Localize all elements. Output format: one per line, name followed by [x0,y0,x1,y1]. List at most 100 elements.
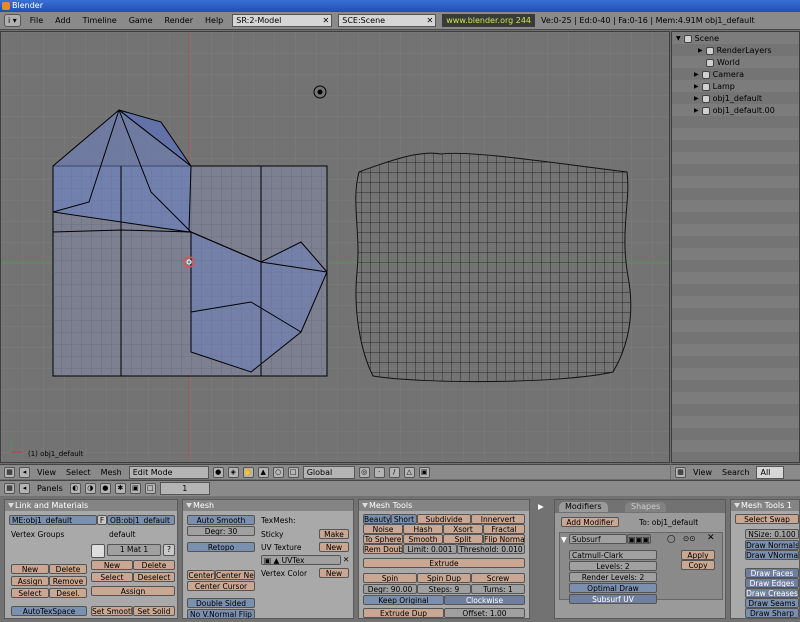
auto-smooth-degr-field[interactable]: Degr: 30 [187,526,255,536]
rem-doubles-button[interactable]: Rem Doubl [363,544,403,554]
material-deselect-button[interactable]: Deselect [133,572,175,582]
mesh-panel-title[interactable]: Mesh [183,500,353,511]
rotate-icon[interactable]: ○ [272,466,284,478]
limit-field[interactable]: Limit: 0.001 [403,544,457,554]
vertex-color-new-button[interactable]: New [319,568,349,578]
uv-texture-new-button[interactable]: New [319,542,349,552]
steps-field[interactable]: Steps: 9 [417,584,471,594]
modifier-cage-icon[interactable]: ◯ [667,534,675,543]
vgroup-deselect-button[interactable]: Desel. [49,588,87,598]
set-smooth-button[interactable]: Set Smooth [91,606,133,616]
spin-button[interactable]: Spin [363,573,417,583]
translate-icon[interactable]: ▲ [257,466,269,478]
scale-icon[interactable]: □ [287,466,299,478]
header-collapse-icon[interactable]: ◂ [19,466,30,478]
hash-button[interactable]: Hash [403,524,443,534]
mesh-tools-1-title[interactable]: Mesh Tools 1 [731,500,799,511]
render-levels-field[interactable]: Render Levels: 2 [569,572,657,582]
menu-add[interactable]: Add [52,16,74,25]
menu-file[interactable]: File [27,16,46,25]
shading-context-icon[interactable]: ● [99,483,111,494]
tab-shapes[interactable]: Shapes [625,502,667,512]
offset-field[interactable]: Offset: 1.00 [444,608,525,618]
outliner-item-obj1-default-00[interactable]: ▶ obj1_default.00 [694,106,775,115]
tab-modifiers[interactable]: Modifiers [559,502,608,512]
uvtex-delete-icon[interactable]: ✕ [343,555,349,564]
material-delete-button[interactable]: Delete [133,560,175,570]
scene-context-icon[interactable]: □ [144,483,156,494]
object-context-icon[interactable]: ✱ [114,483,126,494]
edge-select-icon[interactable]: / [388,466,400,478]
vertex-select-icon[interactable]: · [373,466,385,478]
split-button[interactable]: Split [443,534,483,544]
retopo-toggle[interactable]: Retopo [187,542,255,552]
modifier-delete-icon[interactable]: ✕ [707,533,715,543]
mode-selector[interactable]: Edit Mode [128,465,209,479]
blender-url[interactable]: www.blender.org 244 [442,14,536,27]
uvtex-layer-field[interactable]: ▣ ▲ UVTex [261,555,341,565]
xsort-button[interactable]: Xsort [443,524,483,534]
menu-view[interactable]: View [690,468,715,477]
auto-smooth-toggle[interactable]: Auto Smooth [187,515,255,525]
modifier-collapse-icon[interactable]: ▼ [561,535,567,544]
orientation-selector[interactable]: Global [302,465,355,479]
draw-edges-toggle[interactable]: Draw Edges [745,578,799,588]
outliner-item-obj1-default[interactable]: ▶ obj1_default [694,94,762,103]
subsurf-uv-toggle[interactable]: Subsurf UV [569,594,657,604]
viewport-canvas[interactable]: (1) obj1_default [1,32,670,463]
modifier-name-field[interactable]: Subsurf [569,534,627,544]
center-button[interactable]: Center [187,570,215,580]
vgroup-delete-button[interactable]: Delete [49,564,87,574]
fake-user-toggle[interactable]: F [97,515,107,525]
menu-search[interactable]: Search [719,468,752,477]
vgroup-select-button[interactable]: Select [11,588,49,598]
noise-button[interactable]: Noise [363,524,403,534]
keep-original-toggle[interactable]: Keep Original [363,595,444,605]
material-assign-button[interactable]: Assign [91,586,175,596]
extrude-button[interactable]: Extrude [363,558,525,568]
draw-sharp-toggle[interactable]: Draw Sharp [745,608,799,618]
subsurf-mesh-object[interactable] [355,152,632,383]
fractal-button[interactable]: Fractal [483,524,525,534]
frame-number-field[interactable]: 1 [159,482,210,495]
draw-faces-toggle[interactable]: Draw Faces [745,568,799,578]
outliner-panel[interactable]: ▼ Scene ▶ RenderLayers World ▶ Camera ▶ Lamp… [671,31,800,463]
menu-render[interactable]: Render [162,16,196,25]
outliner-filter-selector[interactable]: All Sce [756,465,785,479]
render-icon[interactable]: ▣ [418,466,430,478]
menu-select[interactable]: Select [63,468,94,477]
manipulator-icon[interactable]: ✋ [242,466,254,478]
subsurf-type-selector[interactable]: Catmull-Clark [569,550,657,560]
material-select-button[interactable]: Select [91,572,133,582]
face-select-icon[interactable]: △ [403,466,415,478]
material-help-button[interactable]: ? [163,544,175,556]
screen-selector[interactable]: SR:2-Model ✕ [232,14,333,27]
draw-type-icon[interactable]: ● [212,466,224,478]
editing-context-icon[interactable]: ▣ [129,483,141,494]
vgroup-assign-button[interactable]: Assign [11,576,49,586]
to-sphere-button[interactable]: To Sphere [363,534,403,544]
object-datablock-field[interactable]: OB:obj1_default [107,515,175,525]
logic-context-icon[interactable]: ◐ [69,483,81,494]
proportional-edit-icon[interactable]: ◎ [358,466,370,478]
draw-normals-toggle[interactable]: Draw Normals [745,540,799,550]
outliner-item-world[interactable]: World [706,58,740,67]
spin-degr-field[interactable]: Degr: 90.00 [363,584,417,594]
optimal-draw-toggle[interactable]: Optimal Draw [569,583,657,593]
menu-view[interactable]: View [34,468,59,477]
mesh-tools-title[interactable]: Mesh Tools [359,500,529,511]
close-icon[interactable]: ✕ [323,15,330,26]
script-context-icon[interactable]: ◑ [84,483,96,494]
menu-help[interactable]: Help [202,16,226,25]
scene-selector[interactable]: SCE:Scene ✕ [338,14,437,27]
menu-timeline[interactable]: Timeline [80,16,120,25]
beauty-toggle[interactable]: Beauty [363,514,391,524]
panels-menu[interactable]: Panels [34,484,66,493]
window-type-icon[interactable]: ▦ [4,466,15,478]
set-solid-button[interactable]: Set Solid [133,606,175,616]
pivot-icon[interactable]: ◈ [227,466,239,478]
close-icon[interactable]: ✕ [427,15,434,26]
panel-scroll-right-icon[interactable]: ▶ [538,502,544,511]
autotexspace-toggle[interactable]: AutoTexSpace [11,606,87,616]
threshold-field[interactable]: Threshold: 0.010 [457,544,525,554]
